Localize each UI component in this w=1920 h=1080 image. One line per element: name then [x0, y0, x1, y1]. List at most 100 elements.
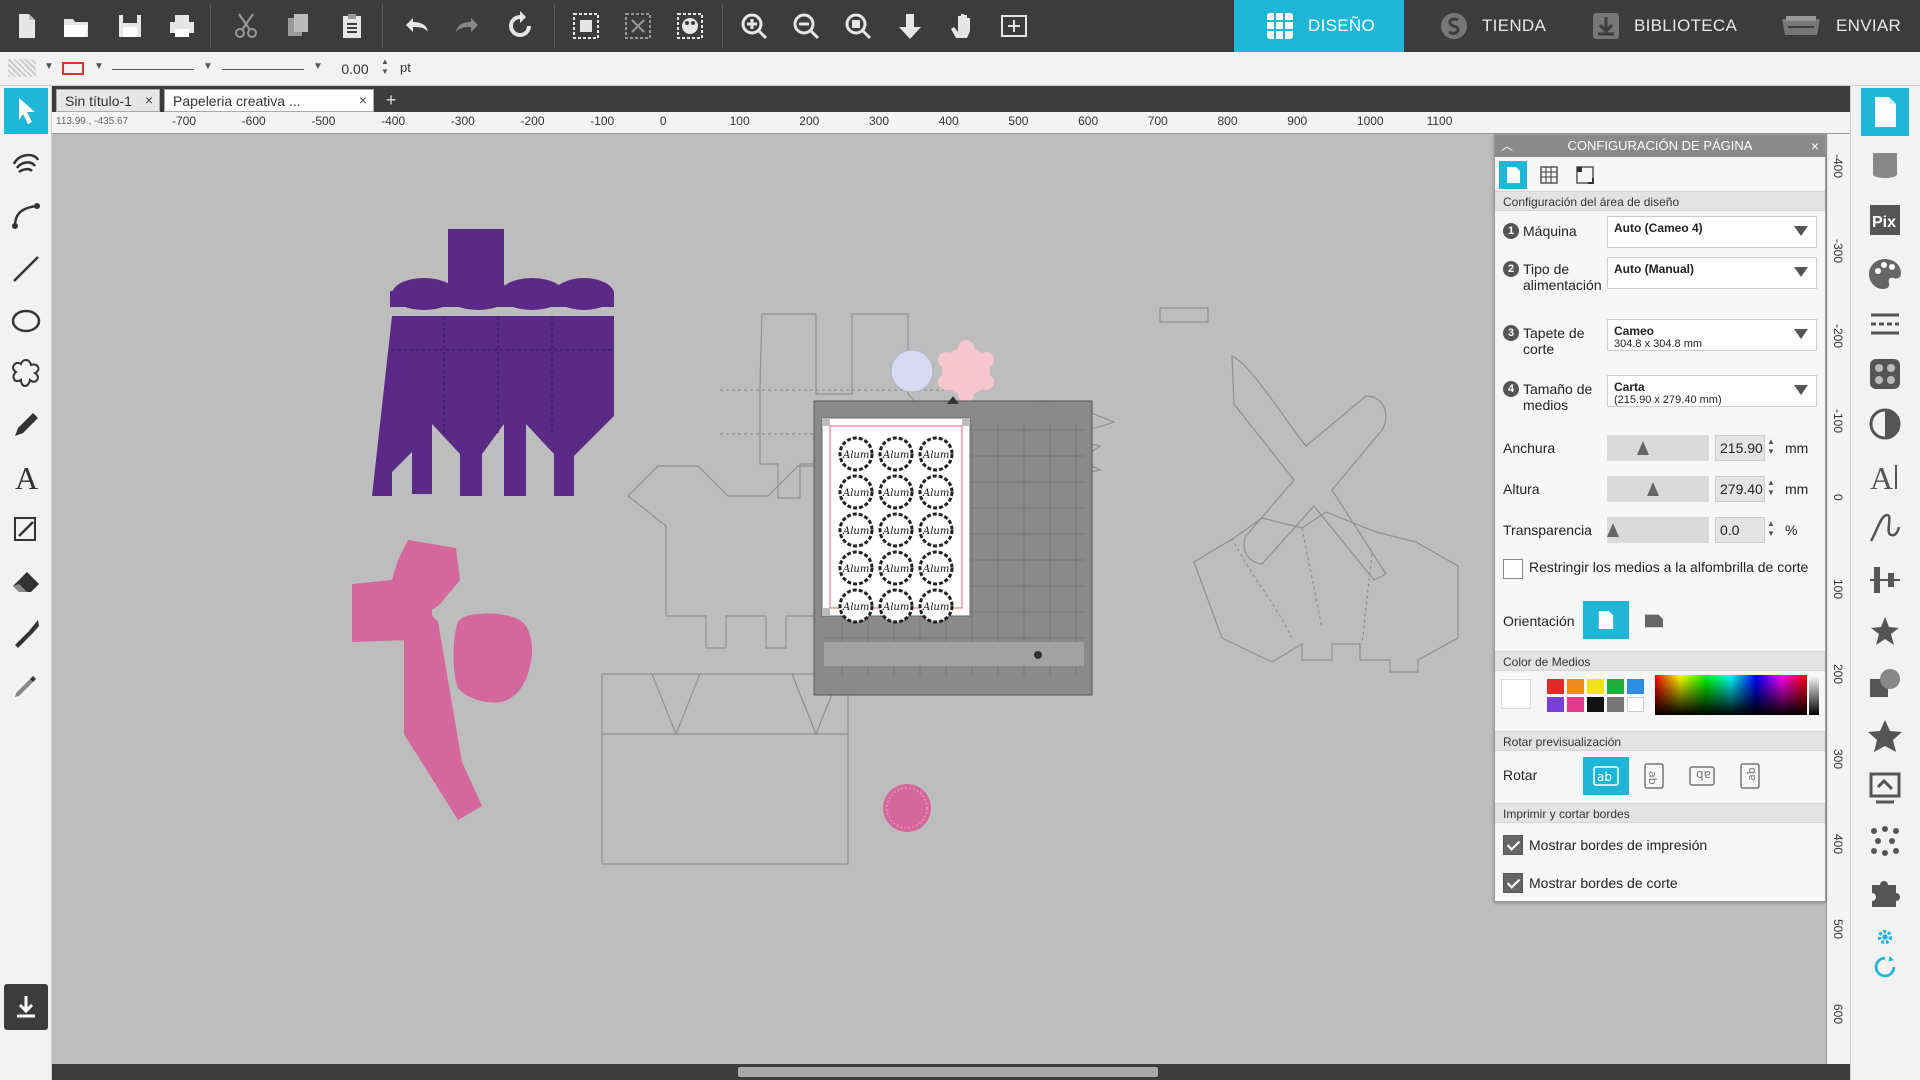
deselect-icon[interactable] — [620, 8, 656, 44]
grid-setup-tab-icon[interactable] — [1535, 161, 1563, 189]
undo-icon[interactable] — [398, 8, 434, 44]
stroke-spinner[interactable]: ▲ ▼ — [381, 57, 389, 77]
stroke-color-swatch[interactable] — [62, 62, 84, 75]
zoom-fit-icon[interactable] — [840, 8, 876, 44]
import-panel-toggle-icon[interactable] — [4, 984, 48, 1030]
line-weight-sample[interactable] — [222, 69, 304, 70]
fill-pattern-icon[interactable] — [1861, 350, 1909, 398]
new-file-icon[interactable] — [8, 8, 44, 44]
current-media-color[interactable] — [1501, 679, 1531, 709]
fit-to-page-icon[interactable] — [996, 8, 1032, 44]
trace-icon[interactable] — [1861, 764, 1909, 812]
pink-cross-shape[interactable] — [352, 540, 533, 820]
width-spinner[interactable]: ▲ ▼ — [1767, 437, 1775, 457]
transparency-spinner[interactable]: ▲ ▼ — [1767, 519, 1775, 539]
pixscan-icon[interactable]: Pix — [1861, 196, 1909, 244]
knife-tool-icon[interactable] — [4, 610, 48, 656]
rotate-270-icon[interactable]: ab — [1727, 757, 1773, 795]
horizontal-scrollbar[interactable] — [52, 1064, 1850, 1080]
color-swatch[interactable] — [1567, 697, 1584, 712]
purple-box-shape[interactable] — [372, 229, 614, 496]
machine-select[interactable]: Auto (Cameo 4) — [1607, 216, 1817, 248]
replicate-icon[interactable] — [1861, 608, 1909, 656]
width-slider[interactable] — [1607, 435, 1709, 461]
scrollbar-thumb[interactable] — [738, 1067, 1158, 1077]
collapse-icon[interactable]: ︿ — [1501, 135, 1513, 157]
redo-icon[interactable] — [450, 8, 486, 44]
color-swatch[interactable] — [1627, 679, 1644, 694]
stroke-width-input[interactable] — [332, 58, 378, 80]
show-print-borders-checkbox[interactable] — [1503, 835, 1523, 855]
color-swatch[interactable] — [1587, 679, 1604, 694]
stroke-color-dropdown-icon[interactable]: ▼ — [94, 61, 104, 72]
tab-diseno[interactable]: DISEÑO — [1234, 0, 1404, 52]
line-tool-icon[interactable] — [4, 246, 48, 292]
portrait-orientation-icon[interactable] — [1583, 601, 1629, 639]
sketch-font-icon[interactable] — [1861, 504, 1909, 552]
color-swatch[interactable] — [1547, 697, 1564, 712]
color-spectrum-picker[interactable] — [1655, 675, 1807, 715]
show-cut-borders-checkbox[interactable] — [1503, 873, 1523, 893]
slider-knob[interactable] — [1637, 441, 1649, 455]
select-by-color-icon[interactable] — [672, 8, 708, 44]
transparency-input[interactable]: 0.0 — [1715, 517, 1765, 543]
line-weight-dropdown-icon[interactable]: ▼ — [313, 61, 323, 72]
pink-scalloped-circle-shape[interactable] — [883, 784, 931, 832]
select-tool-icon[interactable] — [4, 88, 48, 134]
restrict-media-checkbox[interactable] — [1503, 559, 1523, 579]
doc-tab-papeleria[interactable]: Papeleria creativa ... × — [164, 89, 374, 112]
puzzle-nesting-icon[interactable] — [1861, 868, 1909, 916]
fill-dropdown-arrow-icon[interactable]: ▼ — [44, 61, 54, 72]
rotate-90-icon[interactable]: ab — [1631, 757, 1677, 795]
transparency-gradient-icon[interactable] — [1861, 400, 1909, 448]
paste-icon[interactable] — [334, 8, 370, 44]
line-style-sample[interactable] — [112, 69, 194, 70]
close-icon[interactable]: × — [145, 92, 153, 108]
media-size-select[interactable]: Carta (215.90 x 279.40 mm) — [1607, 375, 1817, 407]
pencil-tool-icon[interactable] — [4, 402, 48, 448]
zoom-in-icon[interactable] — [736, 8, 772, 44]
light-pink-flower-shape[interactable] — [938, 340, 994, 402]
modify-icon[interactable] — [1861, 660, 1909, 708]
page-setup-icon[interactable] — [1861, 88, 1909, 136]
eraser-tool-icon[interactable] — [4, 558, 48, 604]
rotate-0-icon[interactable]: ab — [1583, 757, 1629, 795]
transparency-slider[interactable] — [1607, 517, 1709, 543]
copy-icon[interactable] — [280, 8, 316, 44]
rotate-180-icon[interactable]: ab — [1679, 757, 1725, 795]
settings-gear-icon[interactable] — [1861, 922, 1909, 952]
move-down-icon[interactable] — [892, 8, 928, 44]
fill-color-palette-icon[interactable] — [1861, 250, 1909, 298]
sync-icon[interactable] — [1861, 952, 1909, 982]
text-on-path-tool-icon[interactable] — [4, 506, 48, 552]
offset-star-icon[interactable] — [1861, 712, 1909, 760]
point-edit-tool-icon[interactable] — [4, 140, 48, 186]
color-swatch[interactable] — [1547, 679, 1564, 694]
fill-pattern-swatch[interactable] — [8, 59, 36, 77]
registration-marks-tab-icon[interactable] — [1571, 161, 1599, 189]
feed-type-select[interactable]: Auto (Manual) — [1607, 257, 1817, 289]
open-folder-icon[interactable] — [58, 8, 94, 44]
ellipse-tool-icon[interactable] — [4, 298, 48, 344]
cutting-mat-select[interactable]: Cameo 304.8 x 304.8 mm — [1607, 319, 1817, 351]
polygon-flower-tool-icon[interactable] — [4, 350, 48, 396]
tab-enviar[interactable]: ENVIAR — [1764, 0, 1920, 52]
landscape-orientation-icon[interactable] — [1631, 601, 1677, 639]
cut-scissors-icon[interactable] — [228, 8, 264, 44]
color-swatch[interactable] — [1567, 679, 1584, 694]
print-icon[interactable] — [164, 8, 200, 44]
align-icon[interactable] — [1861, 556, 1909, 604]
add-tab-button[interactable]: + — [378, 89, 404, 112]
close-icon[interactable]: × — [359, 92, 367, 108]
line-style-icon[interactable] — [1861, 300, 1909, 348]
refresh-icon[interactable] — [502, 8, 538, 44]
text-tool-icon[interactable]: A — [4, 454, 48, 500]
height-spinner[interactable]: ▲ ▼ — [1767, 478, 1775, 498]
eyedropper-tool-icon[interactable] — [4, 662, 48, 708]
save-icon[interactable] — [112, 8, 148, 44]
color-swatch[interactable] — [1607, 679, 1624, 694]
color-swatch[interactable] — [1627, 697, 1644, 712]
select-all-icon[interactable] — [568, 8, 604, 44]
zoom-out-icon[interactable] — [788, 8, 824, 44]
page-setup-tab-icon[interactable] — [1499, 161, 1527, 189]
